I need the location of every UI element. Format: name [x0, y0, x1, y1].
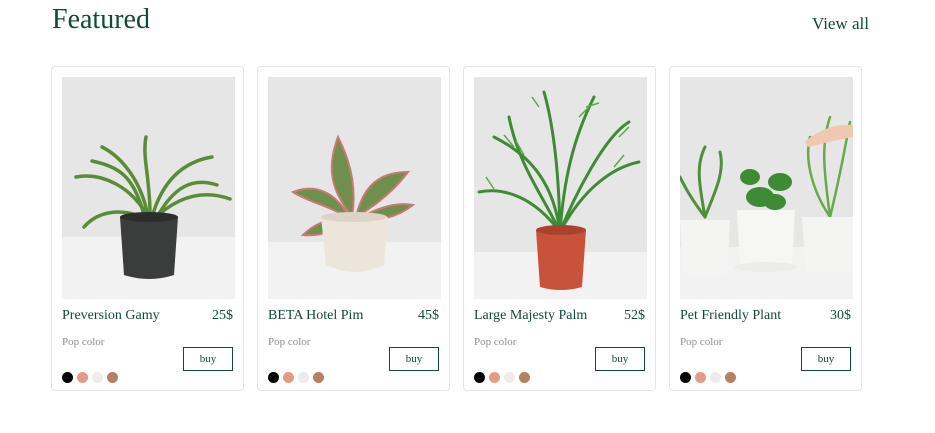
- color-swatch-brown[interactable]: [725, 372, 736, 383]
- product-price: 45$: [418, 308, 439, 323]
- color-swatches: [474, 372, 530, 383]
- buy-button[interactable]: buy: [183, 347, 233, 371]
- color-swatches: [680, 372, 736, 383]
- color-swatch-black[interactable]: [680, 372, 691, 383]
- pop-color-label: Pop color: [474, 336, 517, 348]
- pop-color-label: Pop color: [62, 336, 105, 348]
- buy-button[interactable]: buy: [595, 347, 645, 371]
- buy-button[interactable]: buy: [801, 347, 851, 371]
- color-swatch-brown[interactable]: [519, 372, 530, 383]
- color-swatch-white[interactable]: [298, 372, 309, 383]
- color-swatch-black[interactable]: [268, 372, 279, 383]
- product-price: 30$: [830, 308, 851, 323]
- product-card[interactable]: Pet Friendly Plant 30$ Pop color buy: [669, 66, 862, 391]
- color-swatch-white[interactable]: [710, 372, 721, 383]
- color-swatches: [62, 372, 118, 383]
- product-card[interactable]: Preversion Gamy 25$ Pop color buy: [51, 66, 244, 391]
- color-swatch-salmon[interactable]: [695, 372, 706, 383]
- pop-color-label: Pop color: [268, 336, 311, 348]
- color-swatch-salmon[interactable]: [283, 372, 294, 383]
- section-title: Featured: [52, 4, 150, 35]
- product-card[interactable]: Large Majesty Palm 52$ Pop color buy: [463, 66, 656, 391]
- color-swatch-salmon[interactable]: [77, 372, 88, 383]
- color-swatches: [268, 372, 324, 383]
- product-price: 25$: [212, 308, 233, 323]
- product-name: Preversion Gamy: [62, 308, 160, 323]
- product-image[interactable]: [62, 77, 235, 299]
- product-card[interactable]: BETA Hotel Pim 45$ Pop color buy: [257, 66, 450, 391]
- product-name: Pet Friendly Plant: [680, 308, 782, 323]
- product-list: Preversion Gamy 25$ Pop color buy BETA H…: [51, 66, 862, 391]
- product-image[interactable]: [680, 77, 853, 299]
- color-swatch-white[interactable]: [504, 372, 515, 383]
- color-swatch-black[interactable]: [474, 372, 485, 383]
- color-swatch-brown[interactable]: [107, 372, 118, 383]
- color-swatch-salmon[interactable]: [489, 372, 500, 383]
- color-swatch-black[interactable]: [62, 372, 73, 383]
- product-image[interactable]: [474, 77, 647, 299]
- product-price: 52$: [624, 308, 645, 323]
- product-name: Large Majesty Palm: [474, 308, 588, 323]
- buy-button[interactable]: buy: [389, 347, 439, 371]
- product-image[interactable]: [268, 77, 441, 299]
- color-swatch-white[interactable]: [92, 372, 103, 383]
- pop-color-label: Pop color: [680, 336, 723, 348]
- view-all-link[interactable]: View all: [812, 14, 869, 34]
- color-swatch-brown[interactable]: [313, 372, 324, 383]
- product-name: BETA Hotel Pim: [268, 308, 364, 323]
